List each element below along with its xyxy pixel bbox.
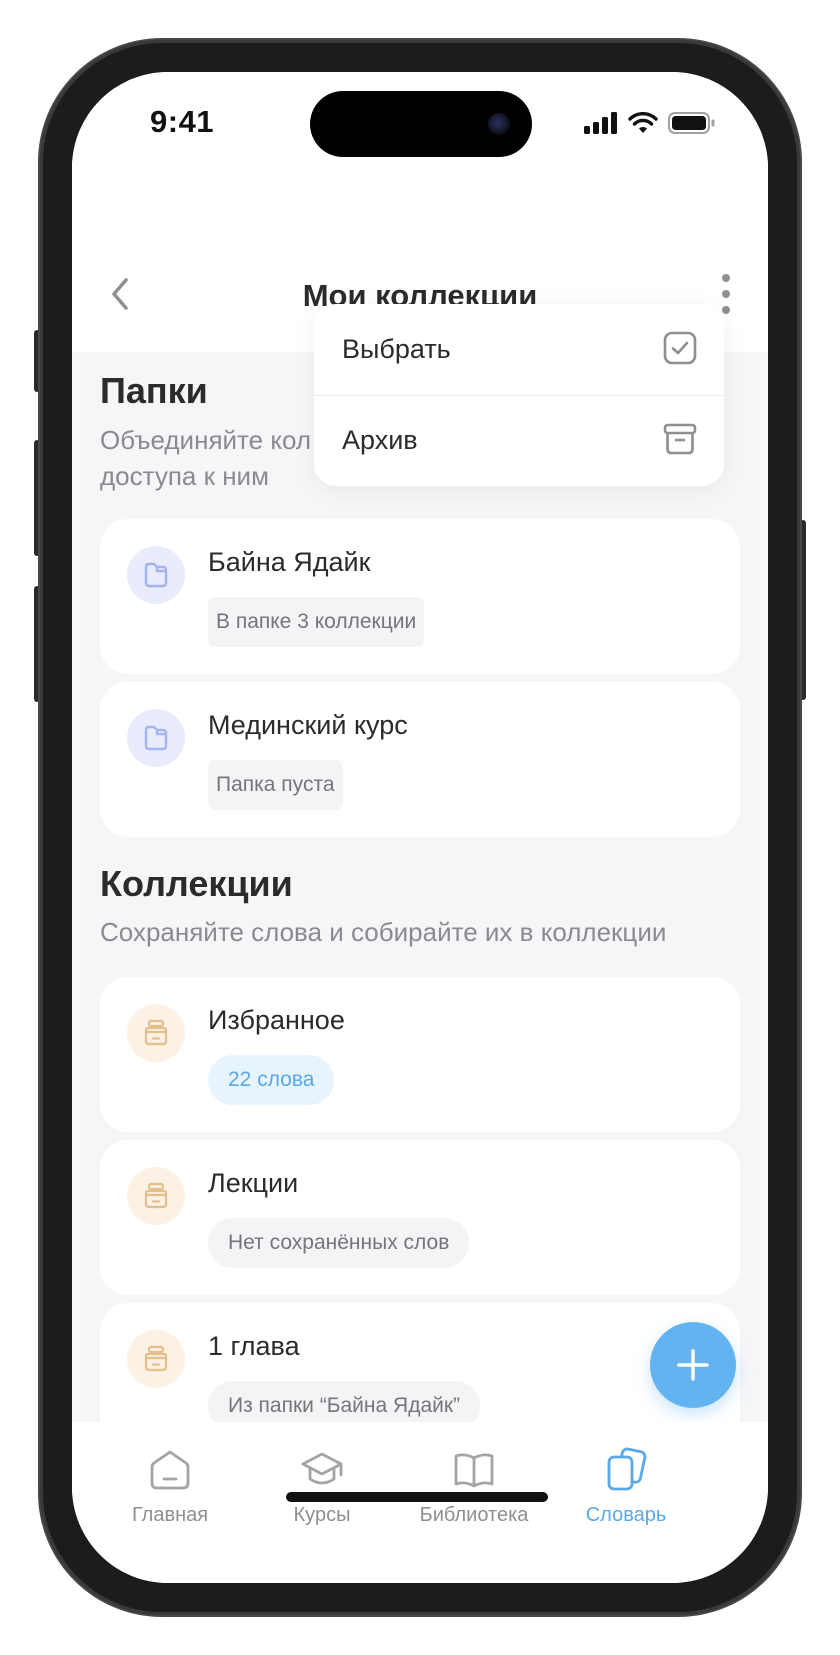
checkbox-icon [663,331,697,365]
home-icon [150,1450,190,1490]
book-icon [454,1453,494,1488]
folder-icon-badge [127,709,185,767]
folder-card[interactable]: Байна Ядайк В папке 3 коллекции [100,519,740,674]
tab-library[interactable]: Библиотека [394,1444,554,1527]
menu-item-archive[interactable]: Архив [314,395,724,486]
tab-home[interactable]: Главная [90,1444,250,1527]
cards-icon [607,1447,647,1491]
graduation-cap-icon [301,1452,343,1485]
jar-icon [144,1019,168,1046]
wifi-icon [628,112,658,133]
app-screen: 9:41 Мои коллекции Папки Объединяйте кол… [72,72,768,1583]
collection-name: 1 глава [208,1331,300,1361]
archive-icon [663,423,697,455]
folder-count-badge: Папка пуста [208,760,343,810]
collection-icon-badge [127,1167,185,1225]
battery-icon [668,112,715,134]
collection-icon-badge [127,1330,185,1388]
collection-card[interactable]: Лекции Нет сохранённых слов [100,1140,740,1295]
folder-count-badge: В папке 3 коллекции [208,597,425,647]
status-time: 9:41 [150,104,215,139]
tab-label: Главная [131,1504,209,1526]
collection-card[interactable]: Избранное 22 слова [100,977,740,1132]
cellular-signal-icon [584,112,617,134]
word-count-badge: 22 слова [208,1055,335,1105]
menu-item-select[interactable]: Выбрать [314,304,724,395]
home-indicator [286,1492,548,1502]
menu-item-label: Архив [342,425,418,455]
status-icons [584,112,716,134]
word-count-badge: Нет сохранённых слов [208,1218,470,1268]
jar-icon [144,1345,168,1372]
folders-section-title: Папки [100,370,208,411]
folder-icon [144,725,168,751]
dynamic-island [310,91,532,157]
tab-label: Курсы [293,1504,351,1526]
tab-label: Словарь [585,1504,667,1526]
power-button [800,520,806,700]
tab-courses[interactable]: Курсы [242,1444,402,1527]
collection-name: Лекции [208,1168,299,1198]
tab-label: Библиотека [419,1504,529,1526]
folder-icon [144,562,168,588]
more-dot [722,274,730,282]
folder-name: Мединский курс [208,710,408,740]
tab-dictionary[interactable]: Словарь [546,1444,706,1527]
add-button[interactable] [650,1322,736,1408]
plus-icon [677,1349,709,1381]
folder-name: Байна Ядайк [208,547,371,577]
tab-bar: Главная Курсы Библиотека Словарь [72,1422,768,1583]
status-bar: 9:41 [72,72,768,212]
collection-icon-badge [127,1004,185,1062]
menu-item-label: Выбрать [342,334,451,364]
jar-icon [144,1182,168,1209]
options-menu: Выбрать Архив [314,304,724,486]
collections-section-title: Коллекции [100,863,293,904]
folder-card[interactable]: Мединский курс Папка пуста [100,682,740,837]
folder-icon-badge [127,546,185,604]
collection-name: Избранное [208,1005,345,1035]
more-dot [722,290,730,298]
collections-section-subtitle: Сохраняйте слова и собирайте их в коллек… [100,917,667,947]
